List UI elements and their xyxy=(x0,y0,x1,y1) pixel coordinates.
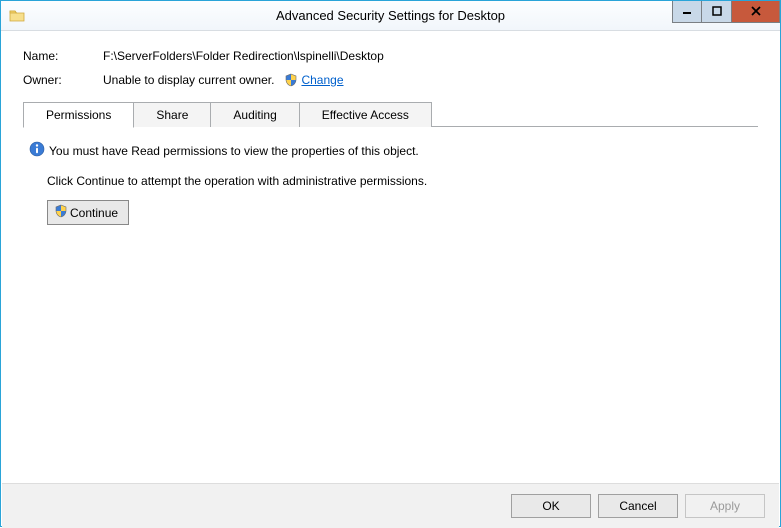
maximize-button[interactable] xyxy=(702,1,732,23)
window-title: Advanced Security Settings for Desktop xyxy=(1,8,780,23)
instruction-text: Click Continue to attempt the operation … xyxy=(47,174,752,188)
tab-auditing[interactable]: Auditing xyxy=(210,102,299,127)
folder-icon xyxy=(9,8,25,24)
cancel-button[interactable]: Cancel xyxy=(598,494,678,518)
tab-permissions[interactable]: Permissions xyxy=(23,102,134,128)
owner-value: Unable to display current owner. Change xyxy=(103,73,758,90)
tab-share[interactable]: Share xyxy=(133,102,211,127)
name-label: Name: xyxy=(23,49,103,63)
owner-text: Unable to display current owner. xyxy=(103,73,274,87)
apply-button: Apply xyxy=(685,494,765,518)
shield-icon xyxy=(284,73,298,90)
info-text: You must have Read permissions to view t… xyxy=(49,144,419,158)
shield-icon xyxy=(54,204,68,221)
titlebar: Advanced Security Settings for Desktop xyxy=(1,1,780,31)
content-area: Name: F:\ServerFolders\Folder Redirectio… xyxy=(1,31,780,225)
continue-button[interactable]: Continue xyxy=(47,200,129,225)
owner-label: Owner: xyxy=(23,73,103,90)
tab-effective-access[interactable]: Effective Access xyxy=(299,102,432,127)
change-owner-link[interactable]: Change xyxy=(301,73,343,87)
close-button[interactable] xyxy=(732,1,780,23)
name-value: F:\ServerFolders\Folder Redirection\lspi… xyxy=(103,49,758,63)
ok-button[interactable]: OK xyxy=(511,494,591,518)
window-controls xyxy=(672,1,780,23)
continue-label: Continue xyxy=(70,206,118,220)
footer: OK Cancel Apply xyxy=(2,483,779,528)
info-icon xyxy=(29,141,45,160)
minimize-button[interactable] xyxy=(672,1,702,23)
tab-body: You must have Read permissions to view t… xyxy=(23,127,758,225)
tabs: Permissions Share Auditing Effective Acc… xyxy=(23,102,758,127)
